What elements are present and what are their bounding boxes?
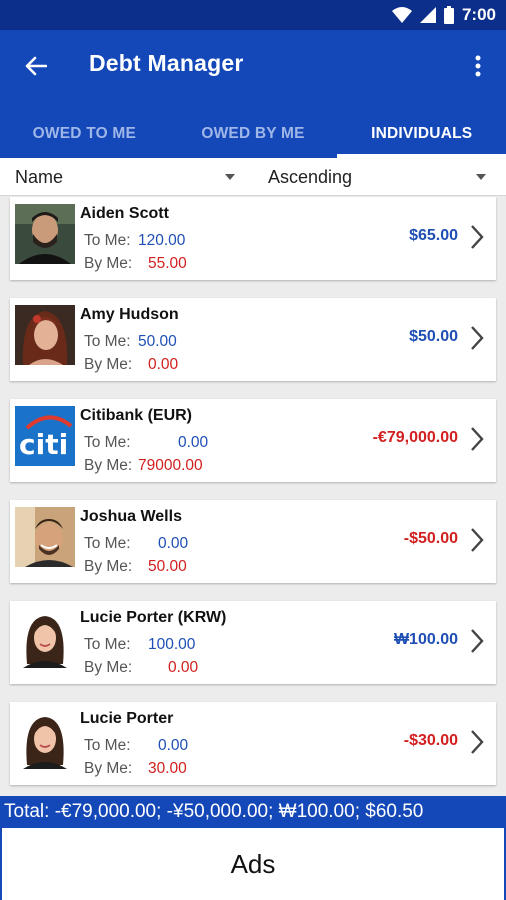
person-name: Amy Hudson xyxy=(80,306,179,323)
status-bar: 7:00 xyxy=(0,0,506,30)
list-item[interactable]: Joshua Wells To Me: 0.00 By Me: 50.00 -$… xyxy=(10,500,496,583)
avatar xyxy=(15,204,75,264)
avatar xyxy=(15,608,75,668)
wifi-icon xyxy=(391,7,412,23)
to-me-label: To Me: xyxy=(84,333,131,350)
battery-icon xyxy=(443,6,454,24)
by-me-label: By Me: xyxy=(84,760,133,777)
total-summary: Total: -€79,000.00; -¥50,000.00; ₩100.00… xyxy=(0,796,506,828)
balance-amount: $50.00 xyxy=(409,328,458,345)
sort-field-value: Name xyxy=(15,166,64,187)
to-me-label: To Me: xyxy=(84,232,131,249)
to-me-label: To Me: xyxy=(84,434,131,451)
to-me-amount: 0.00 xyxy=(158,535,189,552)
page-title: Debt Manager xyxy=(89,50,244,76)
by-me-label: By Me: xyxy=(84,457,133,474)
back-button[interactable] xyxy=(18,48,54,84)
status-time: 7:00 xyxy=(461,5,496,24)
by-me-amount: 30.00 xyxy=(148,760,187,777)
list-item[interactable]: Lucie Porter To Me: 0.00 By Me: 30.00 -$… xyxy=(10,702,496,785)
tab-owed-to-me[interactable]: OWED TO ME xyxy=(0,110,169,158)
chevron-right-icon xyxy=(471,427,484,451)
citi-logo: citi xyxy=(15,406,75,466)
chevron-right-icon xyxy=(471,326,484,350)
chevron-right-icon xyxy=(471,730,484,754)
tab-individuals[interactable]: INDIVIDUALS xyxy=(337,110,506,158)
sort-order-value: Ascending xyxy=(268,166,353,187)
to-me-label: To Me: xyxy=(84,737,131,754)
person-name: Lucie Porter xyxy=(80,710,174,727)
ad-label: Ads xyxy=(230,848,276,879)
person-name: Citibank (EUR) xyxy=(80,407,192,424)
avatar xyxy=(15,507,75,567)
by-me-label: By Me: xyxy=(84,558,133,575)
by-me-amount: 0.00 xyxy=(168,659,199,676)
sort-field-dropdown[interactable]: Name xyxy=(15,158,235,196)
list-item[interactable]: Amy Hudson To Me: 50.00 By Me: 0.00 $50.… xyxy=(10,298,496,381)
to-me-amount: 0.00 xyxy=(158,737,189,754)
person-name: Joshua Wells xyxy=(80,508,182,525)
balance-amount: -$50.00 xyxy=(403,530,458,547)
list-item[interactable]: citi Citibank (EUR) To Me: 0.00 By Me: 7… xyxy=(10,399,496,482)
by-me-amount: 55.00 xyxy=(148,255,187,272)
balance-amount: ₩100.00 xyxy=(393,631,458,648)
chevron-right-icon xyxy=(471,528,484,552)
status-icons: 7:00 xyxy=(391,5,496,25)
chevron-right-icon xyxy=(471,225,484,249)
tab-owed-by-me[interactable]: OWED BY ME xyxy=(169,110,338,158)
avatar xyxy=(15,709,75,769)
balance-amount: $65.00 xyxy=(409,227,458,244)
to-me-label: To Me: xyxy=(84,636,131,653)
balance-amount: -$30.00 xyxy=(403,732,458,749)
person-name: Lucie Porter (KRW) xyxy=(80,609,227,626)
by-me-amount: 50.00 xyxy=(148,558,187,575)
arrow-back-icon xyxy=(25,56,47,76)
avatar xyxy=(15,305,75,365)
by-me-label: By Me: xyxy=(84,356,133,373)
by-me-amount: 0.00 xyxy=(148,356,179,373)
to-me-amount: 50.00 xyxy=(138,333,177,350)
sort-bar: Name Ascending xyxy=(0,158,506,196)
by-me-amount: 79000.00 xyxy=(138,457,203,474)
cell-signal-icon xyxy=(419,7,436,23)
individuals-list: Aiden Scott To Me: 120.00 By Me: 55.00 $… xyxy=(10,197,496,803)
by-me-label: By Me: xyxy=(84,659,133,676)
to-me-amount: 120.00 xyxy=(138,232,186,249)
to-me-amount: 100.00 xyxy=(148,636,196,653)
to-me-label: To Me: xyxy=(84,535,131,552)
balance-amount: -€79,000.00 xyxy=(372,429,458,446)
app-bar: Debt Manager OWED TO ME OWED BY ME INDIV… xyxy=(0,30,506,158)
overflow-menu-button[interactable] xyxy=(464,48,492,84)
by-me-label: By Me: xyxy=(84,255,133,272)
sort-order-dropdown[interactable]: Ascending xyxy=(268,158,486,196)
chevron-right-icon xyxy=(471,629,484,653)
list-item[interactable]: Lucie Porter (KRW) To Me: 100.00 By Me: … xyxy=(10,601,496,684)
person-name: Aiden Scott xyxy=(80,205,169,222)
more-vert-icon xyxy=(475,55,481,77)
list-item[interactable]: Aiden Scott To Me: 120.00 By Me: 55.00 $… xyxy=(10,197,496,280)
dropdown-arrow-icon xyxy=(225,174,235,180)
to-me-amount: 0.00 xyxy=(178,434,209,451)
tab-bar: OWED TO ME OWED BY ME INDIVIDUALS xyxy=(0,110,506,158)
svg-text:citi: citi xyxy=(19,428,68,461)
ad-banner[interactable]: Ads xyxy=(0,828,506,900)
dropdown-arrow-icon xyxy=(476,174,486,180)
